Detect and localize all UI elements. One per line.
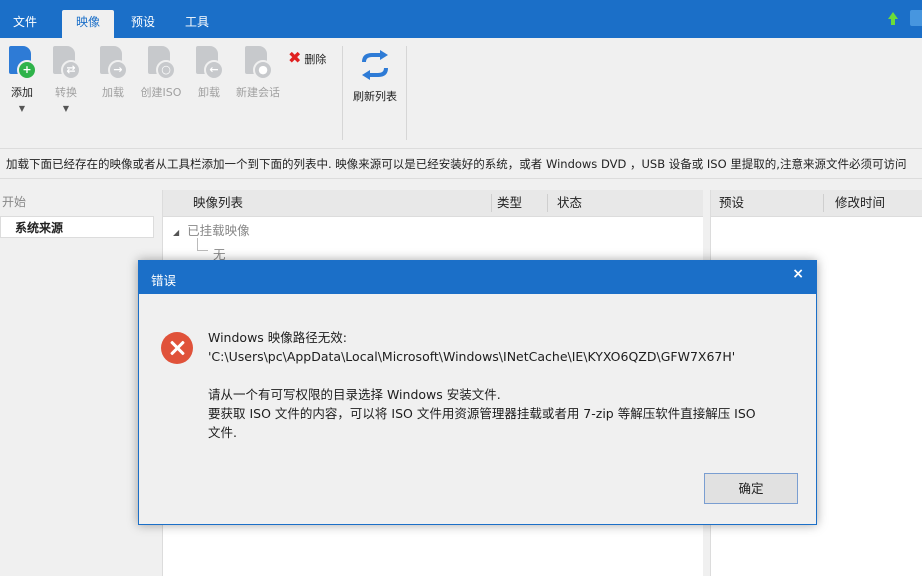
error-message-path: 'C:\Users\pc\AppData\Local\Microsoft\Win… <box>208 349 736 364</box>
tree-group-label: 已挂载映像 <box>187 223 250 238</box>
column-divider <box>547 194 548 212</box>
delete-label: 删除 <box>304 53 327 66</box>
column-modified-time[interactable]: 修改时间 <box>835 190 885 216</box>
new-session-icon: ● <box>245 46 273 80</box>
tab-tools[interactable]: 工具 <box>178 10 216 38</box>
dialog-title: 错误 <box>151 273 177 288</box>
dialog-title-bar[interactable]: 错误 × <box>139 261 816 294</box>
new-session-label: 新建会话 <box>236 86 280 99</box>
unload-button[interactable]: ← 卸载 <box>189 46 229 100</box>
expand-triangle-icon[interactable]: ◢ <box>173 228 179 237</box>
tab-file[interactable]: 文件 <box>6 10 44 38</box>
tree-connector <box>197 238 208 251</box>
convert-button-label: 转换 <box>55 86 77 99</box>
ok-button[interactable]: 确定 <box>704 473 798 504</box>
tab-image[interactable]: 映像 <box>62 10 114 38</box>
load-button-label: 加载 <box>102 86 124 99</box>
load-image-icon: → <box>100 46 128 80</box>
left-panel: 开始 系统来源 <box>0 190 156 576</box>
convert-image-icon: ⇄ <box>53 46 81 80</box>
info-text: 加载下面已经存在的映像或者从工具栏添加一个到下面的列表中. 映像来源可以是已经安… <box>0 150 922 179</box>
tab-presets[interactable]: 预设 <box>124 10 162 38</box>
column-status[interactable]: 状态 <box>557 190 582 216</box>
convert-button[interactable]: ⇄ 转换 ▼ <box>46 46 86 113</box>
error-icon <box>161 332 193 364</box>
error-message-line1: Windows 映像路径无效: <box>208 330 347 345</box>
column-image-list[interactable]: 映像列表 <box>193 190 243 216</box>
add-button[interactable]: + 添加 ▼ <box>2 46 42 113</box>
chevron-down-icon: ▼ <box>18 104 26 113</box>
create-iso-label: 创建ISO <box>140 86 182 99</box>
load-button[interactable]: → 加载 <box>93 46 133 100</box>
ribbon-separator <box>406 46 407 140</box>
create-iso-icon: ○ <box>148 46 176 80</box>
new-session-button[interactable]: ● 新建会话 <box>232 46 284 100</box>
add-image-icon: + <box>9 46 37 80</box>
unload-image-icon: ← <box>196 46 224 80</box>
error-message-hint: 请从一个有可写权限的目录选择 Windows 安装文件. <box>208 387 501 402</box>
image-list-header: 映像列表 类型 状态 <box>163 190 703 217</box>
close-icon[interactable]: × <box>792 263 804 285</box>
preset-list-header: 预设 修改时间 <box>711 190 922 217</box>
refresh-list-label: 刷新列表 <box>353 90 397 103</box>
error-dialog: 错误 × Windows 映像路径无效: 'C:\Users\pc\AppDat… <box>138 260 817 525</box>
left-panel-header: 开始 <box>2 195 27 209</box>
error-message-iso-hint-end: 文件. <box>208 425 237 440</box>
refresh-icon <box>362 50 388 80</box>
chevron-down-icon: ▼ <box>62 104 70 113</box>
ribbon-separator <box>342 46 343 140</box>
menu-bar: 文件 映像 预设 工具 <box>0 0 922 38</box>
column-divider <box>491 194 492 212</box>
delete-button[interactable]: ✖ 删除 <box>288 48 326 67</box>
column-type[interactable]: 类型 <box>497 190 522 216</box>
delete-x-icon: ✖ <box>288 48 302 67</box>
tree-group-mounted[interactable]: ◢ 已挂载映像 <box>173 220 250 239</box>
error-message-iso-hint: 要获取 ISO 文件的内容，可以将 ISO 文件用资源管理器挂载或者用 7-zi… <box>208 406 756 421</box>
create-iso-button[interactable]: ○ 创建ISO <box>138 46 184 100</box>
sidebar-item-system-source[interactable]: 系统来源 <box>0 216 154 238</box>
refresh-list-button[interactable]: 刷新列表 <box>348 48 402 104</box>
ribbon-toolbar: + 添加 ▼ ⇄ 转换 ▼ → 加载 ○ 创建ISO ← 卸载 ● 新建会话 ✖… <box>0 38 922 149</box>
add-button-label: 添加 <box>11 86 33 99</box>
unload-button-label: 卸载 <box>198 86 220 99</box>
help-icon[interactable] <box>910 10 922 26</box>
column-preset[interactable]: 预设 <box>719 190 744 216</box>
column-divider <box>823 194 824 212</box>
